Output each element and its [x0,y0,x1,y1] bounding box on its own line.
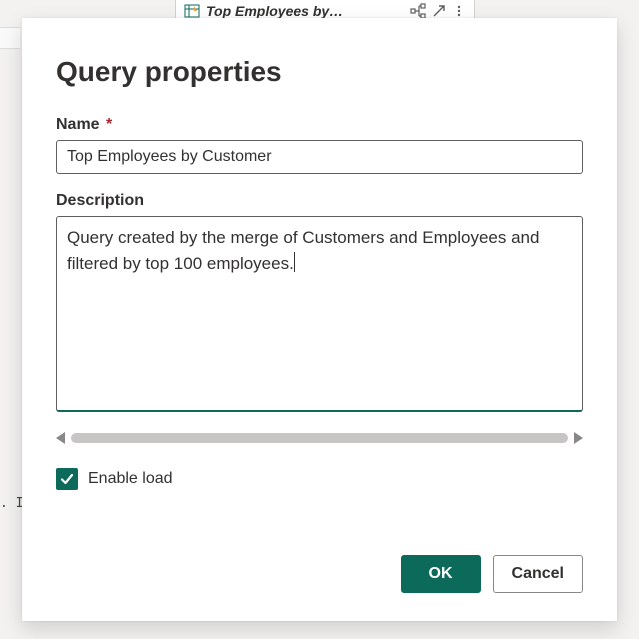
scroll-right-icon[interactable] [574,432,583,444]
branch-icon [410,3,426,19]
description-label: Description [56,192,583,210]
expand-icon [432,4,446,18]
name-input[interactable] [56,140,583,174]
scroll-left-icon[interactable] [56,432,65,444]
horizontal-scrollbar[interactable] [56,430,583,446]
dialog-title: Query properties [56,56,583,88]
description-textarea[interactable]: Query created by the merge of Customers … [56,216,583,412]
text-cursor [294,252,295,272]
check-icon [60,472,74,486]
ok-button[interactable]: OK [401,555,481,593]
enable-load-row: Enable load [56,468,583,490]
background-stripe [0,27,20,49]
cancel-button[interactable]: Cancel [493,555,583,593]
description-text: Query created by the merge of Customers … [67,228,539,273]
enable-load-label: Enable load [88,470,173,488]
enable-load-checkbox[interactable] [56,468,78,490]
name-label-text: Name [56,116,100,133]
scroll-track[interactable] [71,433,568,443]
tab-title: Top Employees by… [206,3,404,19]
required-indicator: * [106,116,112,133]
table-icon [184,3,200,19]
background-left-text: . I [0,496,23,511]
name-label: Name * [56,116,583,134]
query-properties-dialog: Query properties Name * Description Quer… [22,18,617,621]
dialog-buttons: OK Cancel [56,527,583,593]
more-icon [452,4,466,18]
